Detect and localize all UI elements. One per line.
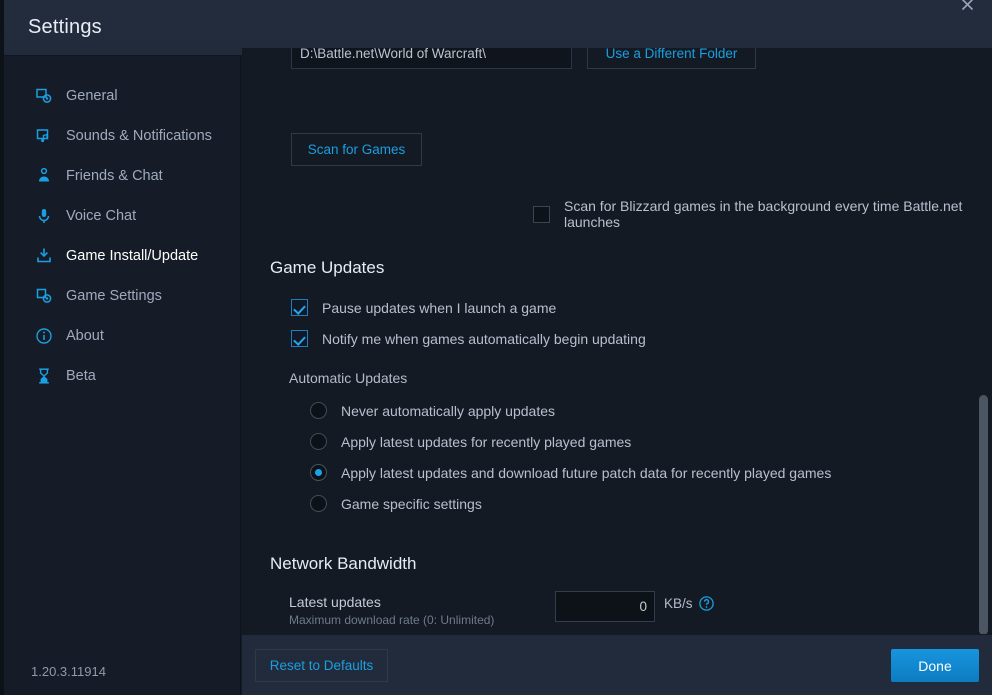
window-left-edge [0,0,4,695]
sidebar-item-beta[interactable]: Beta [4,356,240,396]
bandwidth-row-description: Maximum download rate (0: Unlimited) [289,613,495,627]
sidebar-item-label: Sounds & Notifications [66,128,212,144]
network-bandwidth-heading: Network Bandwidth [270,554,417,573]
microphone-icon [34,206,54,226]
bandwidth-unit-label: KB/s [664,596,693,611]
scrollbar-thumb[interactable] [979,395,988,635]
latest-updates-rate-input[interactable] [555,591,655,622]
reset-to-defaults-button[interactable]: Reset to Defaults [255,649,388,682]
install-path-row: Use a Different Folder [291,48,992,74]
pause-updates-label: Pause updates when I launch a game [322,299,557,316]
sidebar-item-label: Friends & Chat [66,168,163,184]
sidebar-item-sounds-notifications[interactable]: Sounds & Notifications [4,116,240,156]
notify-updates-checkbox-row[interactable]: Notify me when games automatically begin… [291,330,646,347]
sidebar-item-general[interactable]: General [4,76,240,116]
automatic-updates-radio-group: Never automatically apply updates Apply … [310,395,831,519]
radio-button[interactable] [310,402,327,419]
sidebar-item-about[interactable]: About [4,316,240,356]
radio-apply-latest-and-future-patch[interactable]: Apply latest updates and download future… [310,457,831,488]
close-icon[interactable] [950,0,984,20]
pause-updates-checkbox-row[interactable]: Pause updates when I launch a game [291,299,556,316]
notify-updates-label: Notify me when games automatically begin… [322,330,646,347]
sidebar-item-label: Game Settings [66,288,162,304]
sidebar-item-label: About [66,328,104,344]
radio-apply-latest-recent[interactable]: Apply latest updates for recently played… [310,426,831,457]
scan-for-games-button[interactable]: Scan for Games [291,133,422,166]
radio-never-apply-updates[interactable]: Never automatically apply updates [310,395,831,426]
radio-label: Game specific settings [341,495,482,512]
version-label: 1.20.3.11914 [31,664,106,679]
scan-background-label: Scan for Blizzard games in the backgroun… [564,198,963,230]
sidebar: General Sounds & Notifications Friends &… [4,56,241,695]
sidebar-item-game-settings[interactable]: Game Settings [4,276,240,316]
radio-button[interactable] [310,433,327,450]
scan-background-checkbox-row[interactable]: Scan for Blizzard games in the backgroun… [533,198,992,230]
scan-background-checkbox[interactable] [533,205,550,223]
radio-label: Apply latest updates and download future… [341,464,832,481]
game-settings-icon [34,286,54,306]
friends-icon [34,166,54,186]
radio-button[interactable] [310,464,327,481]
radio-game-specific-settings[interactable]: Game specific settings [310,488,831,519]
sounds-icon [34,126,54,146]
page-title: Settings [28,16,102,38]
content-scrollbar[interactable] [978,48,989,635]
settings-window: Settings General Sounds & Notifications … [0,0,992,695]
radio-label: Apply latest updates for recently played… [341,433,632,450]
download-icon [34,246,54,266]
pause-updates-checkbox[interactable] [291,299,308,316]
help-icon[interactable] [699,596,714,611]
general-icon [34,86,54,106]
info-icon [34,326,54,346]
sidebar-item-label: Beta [66,368,96,384]
automatic-updates-subheading: Automatic Updates [289,370,408,386]
sidebar-item-friends-chat[interactable]: Friends & Chat [4,156,240,196]
install-path-input[interactable] [291,48,572,69]
use-different-folder-button[interactable]: Use a Different Folder [587,48,756,69]
sidebar-nav: General Sounds & Notifications Friends &… [4,76,240,396]
settings-content: Use a Different Folder Scan for Games Sc… [242,48,992,627]
dialog-footer: Reset to Defaults Done [242,634,992,695]
settings-content-scroll-area: Use a Different Folder Scan for Games Sc… [242,48,992,634]
sidebar-item-label: Voice Chat [66,208,137,224]
sidebar-item-voice-chat[interactable]: Voice Chat [4,196,240,236]
sidebar-item-game-install-update[interactable]: Game Install/Update [4,236,240,276]
bandwidth-row-latest-updates: Latest updates Maximum download rate (0:… [289,591,969,634]
sidebar-item-label: Game Install/Update [66,248,199,264]
bandwidth-row-name: Latest updates [289,594,381,610]
sidebar-item-label: General [66,88,118,104]
game-updates-heading: Game Updates [270,258,385,277]
radio-button[interactable] [310,495,327,512]
done-button[interactable]: Done [891,649,979,682]
beta-flask-icon [34,366,54,386]
radio-label: Never automatically apply updates [341,402,556,419]
network-bandwidth-rows: Latest updates Maximum download rate (0:… [289,591,969,634]
notify-updates-checkbox[interactable] [291,330,308,347]
